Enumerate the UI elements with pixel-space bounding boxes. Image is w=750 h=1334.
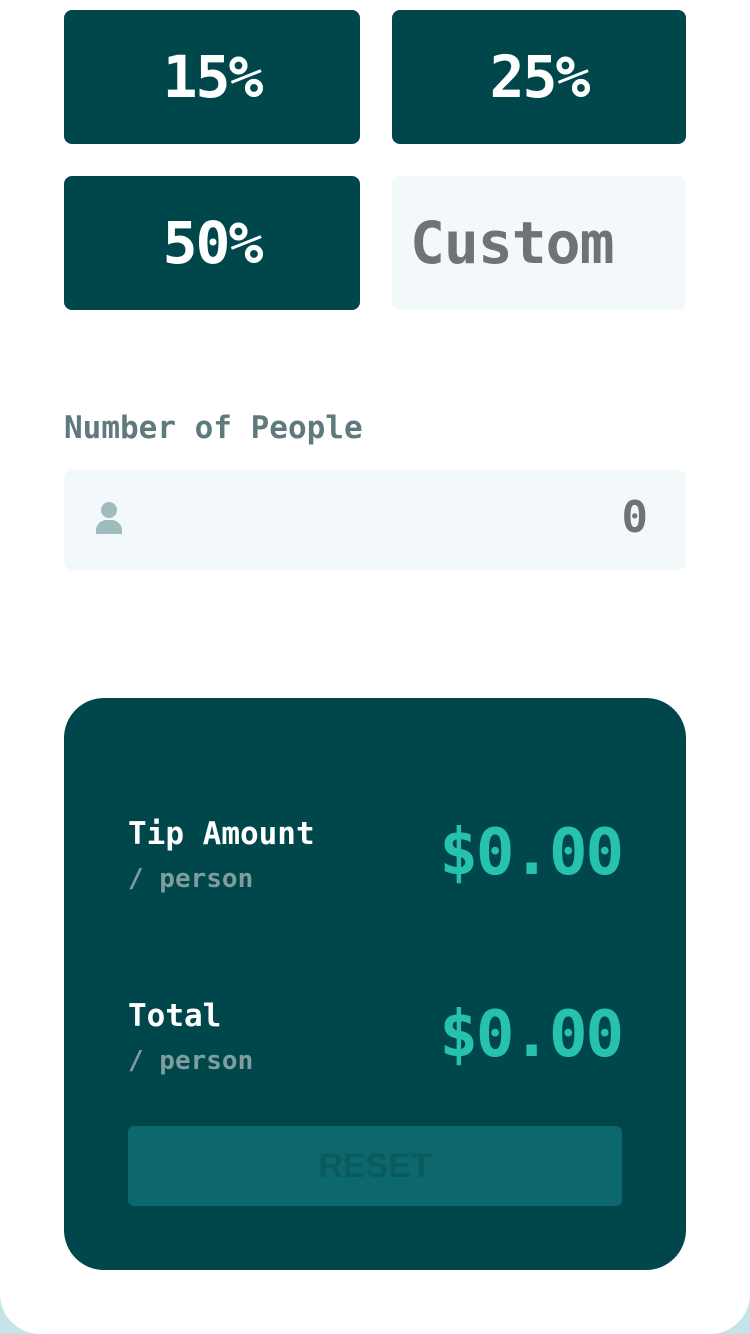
person-icon bbox=[96, 502, 122, 534]
tip-15-button[interactable]: 15% bbox=[64, 10, 360, 144]
tip-amount-sublabel: / person bbox=[128, 864, 254, 894]
tip-amount-value: $0.00 bbox=[439, 816, 624, 890]
total-sublabel: / person bbox=[128, 1046, 254, 1076]
result-panel: Tip Amount / person $0.00 Total / person… bbox=[64, 698, 686, 1270]
custom-tip-input[interactable]: Custom bbox=[392, 176, 686, 310]
tip-amount-label: Tip Amount bbox=[128, 816, 315, 852]
custom-tip-placeholder: Custom bbox=[410, 209, 615, 277]
reset-button[interactable]: RESET bbox=[128, 1126, 622, 1206]
people-input[interactable]: 0 bbox=[64, 470, 686, 570]
tip-50-button[interactable]: 50% bbox=[64, 176, 360, 310]
total-value: $0.00 bbox=[439, 998, 624, 1072]
tip-25-button[interactable]: 25% bbox=[392, 10, 686, 144]
people-label: Number of People bbox=[64, 410, 363, 446]
total-label: Total bbox=[128, 998, 222, 1034]
people-value: 0 bbox=[621, 492, 649, 543]
